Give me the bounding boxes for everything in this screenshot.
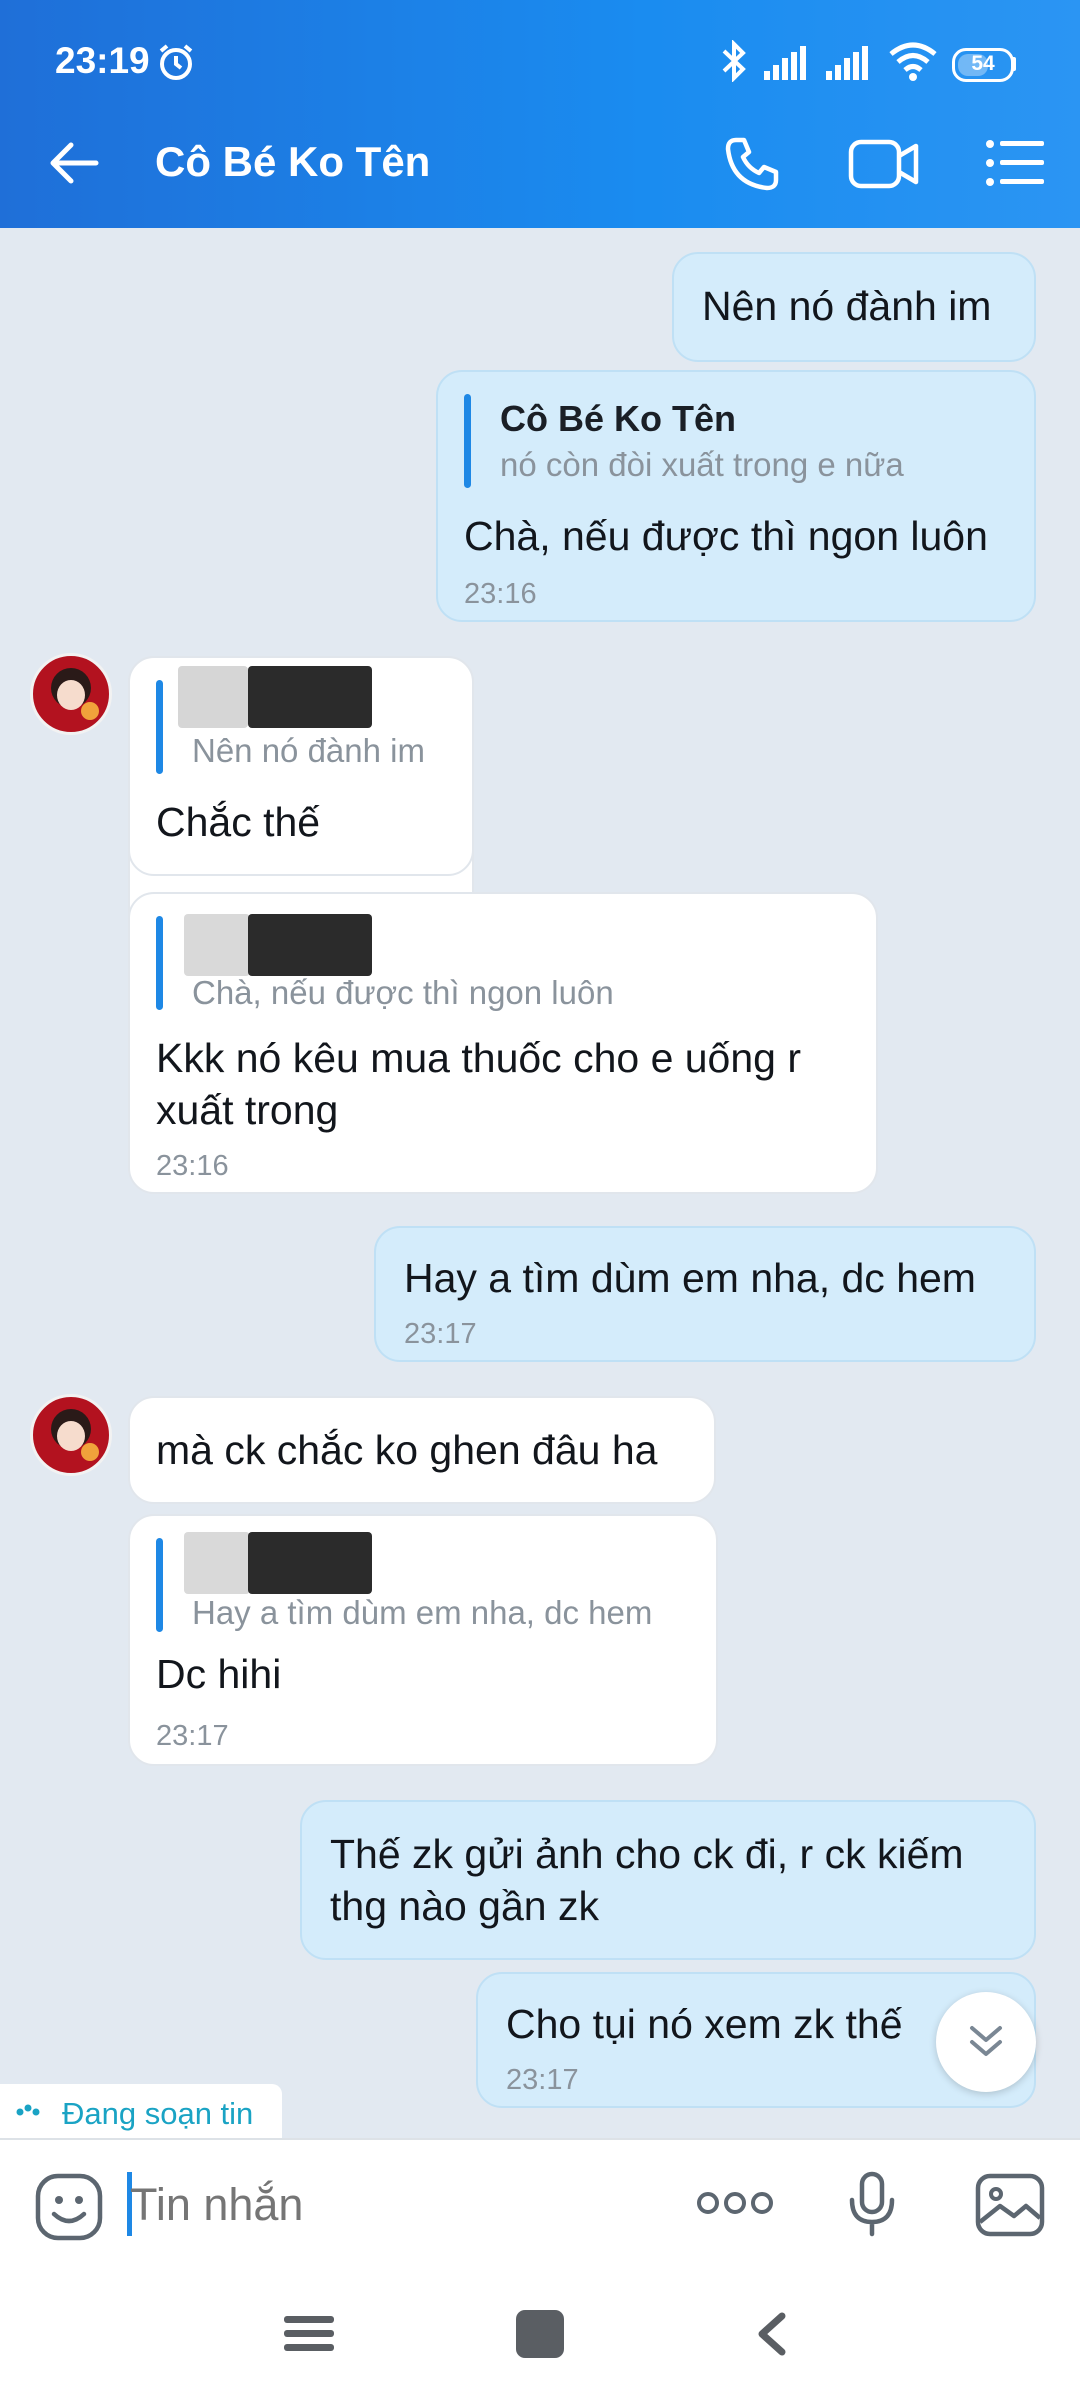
message-time: 23:16 xyxy=(156,1150,229,1182)
battery-tip xyxy=(1011,57,1016,71)
double-chevron-down-icon xyxy=(970,2026,1002,2056)
message-text: Cho tụi nó xem zk thế xyxy=(506,2001,903,2047)
message-bubble-outgoing[interactable]: Nên nó đành im xyxy=(672,252,1036,362)
quote-bar xyxy=(156,680,163,774)
message-bubble-incoming-chac-the[interactable]: Nên nó đành im Chắc thế xyxy=(128,656,474,876)
message-time: 23:17 xyxy=(156,1720,229,1752)
quote-text: Chà, nếu được thì ngon luôn xyxy=(192,974,614,1011)
sticker-icon[interactable] xyxy=(34,2172,104,2242)
message-text-line: thg nào gần zk xyxy=(330,1883,599,1929)
quote-text: Nên nó đành im xyxy=(192,732,425,769)
battery-icon: 54 xyxy=(952,48,1014,82)
quote-text: nó còn đòi xuất trong e nữa xyxy=(500,446,904,483)
message-text-line: Thế zk gửi ảnh cho ck đi, r ck kiếm xyxy=(330,1831,964,1877)
video-call-icon[interactable] xyxy=(848,136,920,192)
redacted-name xyxy=(248,666,372,728)
chat-title[interactable]: Cô Bé Ko Tên xyxy=(155,138,430,186)
contact-avatar[interactable] xyxy=(30,1394,112,1476)
quote-text: Hay a tìm dùm em nha, dc hem xyxy=(192,1594,653,1631)
message-text: Chà, nếu được thì ngon luôn xyxy=(464,513,988,559)
back-nav-icon[interactable] xyxy=(752,2310,792,2358)
message-list[interactable]: Nên nó đành im Cô Bé Ko Tên nó còn đòi x… xyxy=(0,228,1080,2138)
message-bubble-outgoing[interactable]: Cô Bé Ko Tên nó còn đòi xuất trong e nữa… xyxy=(436,370,1036,622)
message-time: 23:17 xyxy=(506,2064,579,2096)
message-bubble-outgoing[interactable]: Hay a tìm dùm em nha, dc hem 23:17 xyxy=(374,1226,1036,1362)
message-text: Nên nó đành im xyxy=(702,283,992,329)
bluetooth-icon xyxy=(722,40,746,82)
message-time: 23:17 xyxy=(404,1318,477,1350)
message-text: Dc hihi xyxy=(156,1651,282,1697)
message-text-line: xuất trong xyxy=(156,1087,339,1133)
status-bar: 23:19 54 xyxy=(0,0,1080,96)
quote-bar xyxy=(156,916,163,1010)
message-text: mà ck chắc ko ghen đâu ha xyxy=(156,1427,658,1473)
quote-sender: Cô Bé Ko Tên xyxy=(500,398,737,439)
more-options-icon[interactable] xyxy=(696,2188,774,2218)
alarm-icon xyxy=(159,44,193,80)
typing-indicator: Đang soạn tin xyxy=(0,2084,282,2138)
message-text: Hay a tìm dùm em nha, dc hem xyxy=(404,1255,976,1301)
scroll-to-bottom-button[interactable] xyxy=(936,1992,1036,2092)
message-bubble-incoming[interactable]: Chà, nếu được thì ngon luôn Kkk nó kêu m… xyxy=(128,892,878,1194)
microphone-icon[interactable] xyxy=(846,2170,898,2240)
message-text-line: Kkk nó kêu mua thuốc cho e uống r xyxy=(156,1035,802,1081)
wifi-icon xyxy=(889,42,937,81)
typing-dots-icon xyxy=(16,2104,40,2116)
battery-level: 54 xyxy=(971,52,995,75)
redacted-name xyxy=(248,914,372,976)
quote-bar xyxy=(156,1538,163,1632)
message-bubble-outgoing[interactable]: Thế zk gửi ảnh cho ck đi, r ck kiếm thg … xyxy=(300,1800,1036,1960)
status-time: 23:19 xyxy=(55,40,150,81)
message-bubble-incoming[interactable]: Hay a tìm dùm em nha, dc hem Dc hihi 23:… xyxy=(128,1514,718,1766)
image-gallery-icon[interactable] xyxy=(974,2172,1046,2238)
redacted-name xyxy=(184,1532,250,1594)
recents-menu-icon[interactable] xyxy=(282,2312,336,2356)
message-bubble-incoming[interactable]: mà ck chắc ko ghen đâu ha xyxy=(128,1396,716,1504)
signal-icon-1 xyxy=(764,46,806,80)
phone-call-icon[interactable] xyxy=(722,134,782,194)
message-composer xyxy=(0,2138,1080,2402)
redacted-name xyxy=(184,914,250,976)
redacted-name xyxy=(178,666,248,728)
redacted-name xyxy=(248,1532,372,1594)
menu-list-icon[interactable] xyxy=(984,138,1046,188)
message-time: 23:16 xyxy=(464,578,537,610)
quote-bar xyxy=(464,394,471,488)
home-button-icon[interactable] xyxy=(516,2310,564,2358)
app-header: 23:19 54 Cô Bé Ko Tên xyxy=(0,0,1080,228)
contact-avatar[interactable] xyxy=(30,653,112,735)
message-input[interactable] xyxy=(128,2166,672,2244)
message-text: Chắc thế xyxy=(156,799,321,845)
typing-label: Đang soạn tin xyxy=(62,2096,254,2131)
back-arrow-icon[interactable] xyxy=(46,138,102,188)
signal-icon-2 xyxy=(826,46,868,80)
